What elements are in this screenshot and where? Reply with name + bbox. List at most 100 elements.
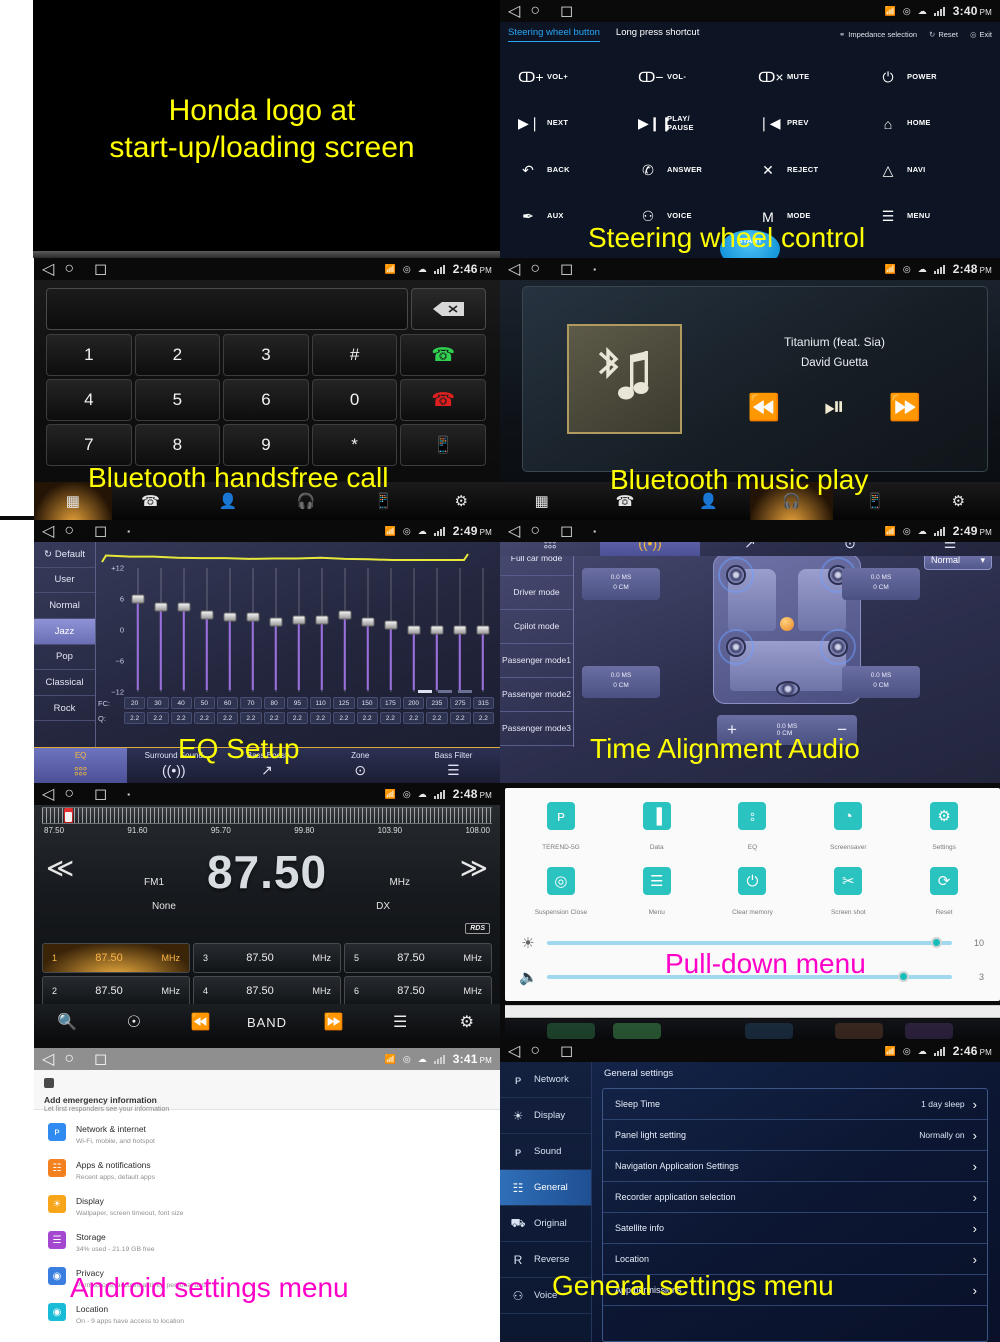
settings-item-display[interactable]: ☀ Display Wallpaper, screen timeout, font … bbox=[34, 1186, 500, 1222]
home-nav-icon[interactable]: ○ bbox=[64, 1050, 74, 1068]
quick-toggle-settings[interactable]: ⚙ Settings bbox=[896, 802, 992, 854]
eq-slider-95[interactable] bbox=[287, 568, 310, 692]
band-button[interactable]: BAND bbox=[234, 1015, 301, 1030]
back-nav-icon[interactable]: ◁ bbox=[508, 1041, 520, 1061]
quick-toggle-menu[interactable]: ☰ Menu bbox=[609, 867, 705, 919]
quick-toggle-suspension-close[interactable]: ◎ Suspension Close bbox=[513, 867, 609, 919]
ta-mode-cpilot-mode[interactable]: Cpilot mode bbox=[500, 610, 573, 645]
eq-slider-knob[interactable] bbox=[384, 620, 397, 630]
eq-fc-value[interactable]: 80 bbox=[263, 697, 285, 709]
eq-slider-knob[interactable] bbox=[223, 612, 236, 622]
eq-slider-70[interactable] bbox=[241, 568, 264, 692]
eq-slider-175[interactable] bbox=[379, 568, 402, 692]
dial-key-*[interactable]: * bbox=[311, 424, 398, 466]
eq-q-value[interactable]: 2.2 bbox=[310, 712, 332, 724]
eq-fc-value[interactable]: 235 bbox=[426, 697, 448, 709]
eq-slider-30[interactable] bbox=[149, 568, 172, 692]
eq-fc-value[interactable]: 60 bbox=[217, 697, 239, 709]
audio-tab-zone[interactable]: Zone ⊙ bbox=[314, 748, 407, 783]
play-pause-button[interactable]: ⏯ bbox=[824, 391, 845, 423]
eq-slider-knob[interactable] bbox=[200, 610, 213, 619]
tuning-scale[interactable] bbox=[42, 807, 492, 824]
previous-track-button[interactable]: ⏪ bbox=[748, 392, 780, 423]
exit-button[interactable]: ◎ Exit bbox=[970, 30, 992, 39]
back-nav-icon[interactable]: ◁ bbox=[42, 521, 54, 541]
eq-slider-knob[interactable] bbox=[131, 594, 144, 604]
radio-preset-6[interactable]: 6 87.50 MHz bbox=[344, 976, 492, 1006]
home-nav-icon[interactable]: ○ bbox=[64, 260, 74, 278]
eq-fc-value[interactable]: 40 bbox=[170, 697, 192, 709]
eq-fc-value[interactable]: 30 bbox=[147, 697, 169, 709]
quick-toggle-data[interactable]: ▐ Data bbox=[609, 802, 705, 854]
recents-nav-icon[interactable]: ◻ bbox=[94, 784, 107, 804]
home-nav-icon[interactable]: ○ bbox=[530, 522, 540, 540]
listening-position-marker[interactable] bbox=[780, 617, 794, 631]
next-track-button[interactable]: ⏩ bbox=[889, 392, 921, 423]
eq-fc-value[interactable]: 70 bbox=[240, 697, 262, 709]
gs-row-navigation-application-settings[interactable]: Navigation Application Settings › bbox=[603, 1151, 987, 1182]
gs-sidebar-general[interactable]: ☷ General bbox=[500, 1170, 591, 1206]
dial-key-4[interactable]: 4 bbox=[46, 379, 132, 421]
back-nav-icon[interactable]: ◁ bbox=[508, 1, 520, 21]
eq-slider-20[interactable] bbox=[126, 568, 149, 692]
gs-row-panel-light-setting[interactable]: Panel light setting Normally on › bbox=[603, 1120, 987, 1151]
eq-q-value[interactable]: 2.2 bbox=[286, 712, 308, 724]
seek-down-button[interactable]: ⏪ bbox=[167, 1012, 234, 1032]
eq-q-value[interactable]: 2.2 bbox=[356, 712, 378, 724]
eq-q-value[interactable]: 2.2 bbox=[240, 712, 262, 724]
swc-button-reject-call[interactable]: ✕ REJECT bbox=[750, 147, 870, 194]
radio-preset-2[interactable]: 2 87.50 MHz bbox=[42, 976, 190, 1006]
eq-preset-rock[interactable]: Rock bbox=[34, 696, 95, 722]
gs-sidebar-sound[interactable]: ᴘ Sound bbox=[500, 1134, 591, 1170]
eq-preset-pop[interactable]: Pop bbox=[34, 645, 95, 671]
swc-button-volume-up[interactable]: ↀ+ VOL+ bbox=[510, 54, 630, 101]
eq-q-value[interactable]: 2.2 bbox=[147, 712, 169, 724]
tune-up-button[interactable]: ≫ bbox=[460, 853, 488, 884]
eq-slider-knob[interactable] bbox=[269, 617, 282, 627]
eq-slider-knob[interactable] bbox=[453, 625, 466, 635]
gs-sidebar-display[interactable]: ☀ Display bbox=[500, 1098, 591, 1134]
eq-slider-235[interactable] bbox=[425, 568, 448, 692]
reset-button[interactable]: ↻ Reset bbox=[929, 30, 958, 39]
eq-q-value[interactable]: 2.2 bbox=[124, 712, 146, 724]
eq-preset-normal[interactable]: Normal bbox=[34, 593, 95, 619]
gs-row-satellite-info[interactable]: Satellite info › bbox=[603, 1213, 987, 1244]
screenshot-nav-icon[interactable]: ▪ bbox=[127, 790, 130, 799]
swc-button-volume-down[interactable]: ↀ− VOL- bbox=[630, 54, 750, 101]
eq-slider-knob[interactable] bbox=[154, 602, 167, 612]
back-nav-icon[interactable]: ◁ bbox=[42, 1049, 54, 1069]
back-nav-icon[interactable]: ◁ bbox=[508, 521, 520, 541]
screenshot-nav-icon[interactable]: ▪ bbox=[127, 527, 130, 536]
eq-q-value[interactable]: 2.2 bbox=[333, 712, 355, 724]
eq-slider-315[interactable] bbox=[471, 568, 494, 692]
home-nav-icon[interactable]: ○ bbox=[530, 2, 540, 20]
home-nav-icon[interactable]: ○ bbox=[64, 785, 74, 803]
call-button[interactable]: ☎ bbox=[400, 334, 486, 376]
eq-slider-50[interactable] bbox=[195, 568, 218, 692]
eq-fc-value[interactable]: 110 bbox=[310, 697, 332, 709]
eq-fc-value[interactable]: 150 bbox=[356, 697, 378, 709]
eq-slider-knob[interactable] bbox=[177, 602, 190, 612]
eq-slider-275[interactable] bbox=[448, 568, 471, 692]
eq-slider-knob[interactable] bbox=[430, 625, 443, 635]
eq-slider-200[interactable] bbox=[402, 568, 425, 692]
eq-q-value[interactable]: 2.2 bbox=[426, 712, 448, 724]
sheet-handle[interactable] bbox=[505, 1005, 1000, 1018]
eq-fc-value[interactable]: 20 bbox=[124, 697, 146, 709]
emergency-info-card[interactable]: Add emergency information Let first resp… bbox=[34, 1070, 500, 1113]
swc-button-mute[interactable]: ↀ× MUTE bbox=[750, 54, 870, 101]
tab-steering-wheel-button[interactable]: Steering wheel button bbox=[508, 27, 600, 42]
screenshot-nav-icon[interactable]: ▪ bbox=[593, 265, 596, 274]
dial-key-8[interactable]: 8 bbox=[134, 424, 221, 466]
eq-slider-80[interactable] bbox=[264, 568, 287, 692]
radio-preset-5[interactable]: 5 87.50 MHz bbox=[344, 943, 492, 973]
ta-mode-passenger-mode3[interactable]: Passenger mode3 bbox=[500, 712, 573, 747]
audio-tab-bass-filter[interactable]: Bass Filter ☰ bbox=[407, 748, 500, 783]
backspace-button[interactable] bbox=[411, 288, 486, 330]
recents-nav-icon[interactable]: ◻ bbox=[94, 521, 107, 541]
eq-fc-value[interactable]: 200 bbox=[403, 697, 425, 709]
nav-bt-settings-button[interactable]: ⚙ bbox=[422, 482, 500, 520]
eq-q-value[interactable]: 2.2 bbox=[170, 712, 192, 724]
eq-slider-knob[interactable] bbox=[407, 625, 420, 635]
back-nav-icon[interactable]: ◁ bbox=[508, 259, 520, 279]
